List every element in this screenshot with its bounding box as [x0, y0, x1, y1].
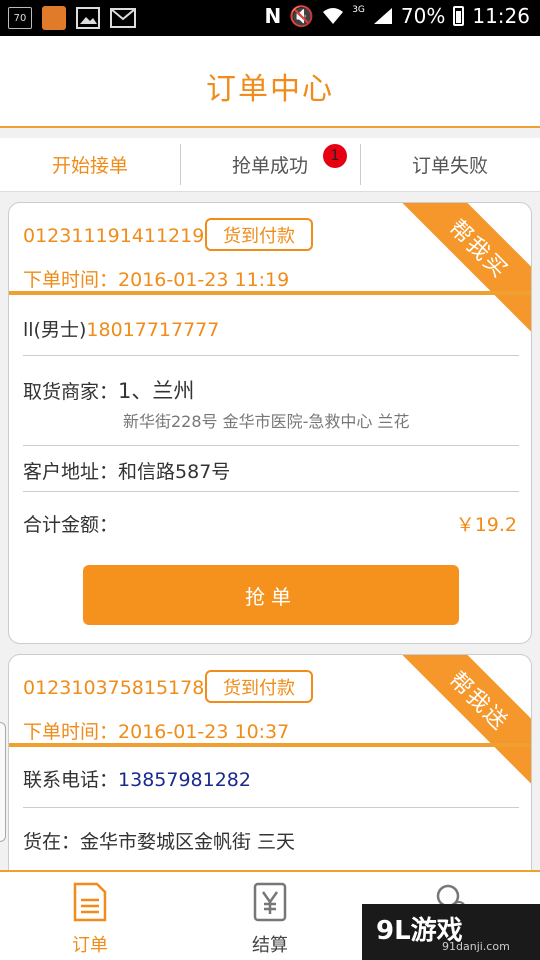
address-label: 客户地址： [23, 461, 119, 483]
nav-settlement[interactable]: 结算 [230, 882, 310, 957]
order-tabs: 开始接单 抢单成功 1 订单失败 [0, 138, 540, 192]
order-time-value: 2016-01-23 11:19 [118, 269, 290, 291]
tab-label: 抢单成功 [231, 155, 308, 177]
address-row: 客户地址：和信路587号 [23, 457, 230, 484]
order-card: 帮我买 012311191411219 货到付款 下单时间：2016-01-23… [8, 202, 532, 644]
watermark-site: 91danji.com [442, 940, 510, 953]
notification-badge: 1 [323, 144, 347, 168]
nav-orders[interactable]: 订单 [50, 882, 130, 957]
goods-location: 货在：金华市婺城区金帆街 三天 [23, 831, 296, 853]
merchant-row: 取货商家：1、兰州 [23, 375, 194, 405]
app-notification-icon [42, 6, 66, 30]
page-title: 订单中心 [206, 72, 334, 107]
merchant-name: 1、兰州 [118, 379, 195, 403]
mail-icon [110, 8, 136, 28]
customer-name: ll(男士) [23, 319, 87, 341]
order-card: 帮我送 012310375815178 货到付款 下单时间：2016-01-23… [8, 654, 532, 894]
divider [9, 743, 531, 747]
order-type-ribbon: 帮我送 [396, 655, 531, 784]
divider [23, 807, 519, 808]
customer-phone[interactable]: 18017717777 [86, 319, 219, 341]
divider [23, 355, 519, 356]
signal-icon [373, 8, 392, 24]
payment-tag: 货到付款 [205, 218, 313, 251]
site-watermark: 9L游戏 91danji.com [362, 904, 540, 960]
notification-count-icon: 70 [8, 7, 32, 29]
tab-label: 订单失败 [411, 155, 488, 177]
order-number: 012310375815178 [23, 677, 205, 699]
merchant-address: 新华街228号 金华市医院-急救中心 兰花 [123, 412, 410, 431]
merchant-label: 取货商家： [23, 381, 119, 403]
battery-icon [453, 6, 465, 26]
image-icon [76, 7, 100, 29]
divider [23, 445, 519, 446]
yen-icon [253, 882, 287, 922]
customer-row: ll(男士)18017717777 [23, 315, 219, 342]
divider [9, 291, 531, 295]
order-icon [73, 882, 107, 922]
divider [23, 491, 519, 492]
nav-label: 订单 [72, 935, 108, 956]
total-amount: ￥19.2 [455, 514, 517, 536]
tab-start-accepting[interactable]: 开始接单 [0, 138, 180, 191]
order-time-value: 2016-01-23 10:37 [118, 721, 290, 743]
phone-label: 联系电话： [23, 769, 119, 791]
network-type: 3G [352, 5, 365, 15]
order-time-label: 下单时间： [23, 721, 119, 743]
clock: 11:26 [472, 4, 530, 28]
phone-row: 联系电话：13857981282 [23, 765, 251, 792]
order-time: 下单时间：2016-01-23 11:19 [23, 265, 289, 292]
tab-order-failed[interactable]: 订单失败 [360, 138, 540, 191]
nav-label: 结算 [252, 935, 288, 956]
order-time: 下单时间：2016-01-23 10:37 [23, 717, 289, 744]
side-handle[interactable] [0, 722, 6, 842]
order-number: 012311191411219 [23, 225, 205, 247]
tab-grab-success[interactable]: 抢单成功 1 [180, 138, 360, 191]
order-type-ribbon: 帮我买 [396, 203, 531, 332]
status-bar: 70 N 🔇 3G 70% 11:26 [0, 0, 540, 36]
customer-address: 和信路587号 [118, 461, 231, 483]
total-label: 合计金额： [23, 514, 119, 536]
order-time-label: 下单时间： [23, 269, 119, 291]
payment-tag: 货到付款 [205, 670, 313, 703]
tab-label: 开始接单 [51, 155, 128, 177]
contact-phone[interactable]: 13857981282 [118, 769, 251, 791]
battery-percent: 70% [400, 4, 446, 28]
app-header: 订单中心 [0, 36, 540, 128]
nfc-icon: N [264, 4, 282, 28]
wifi-icon [323, 8, 344, 24]
mute-icon: 🔇 [289, 4, 315, 28]
grab-order-button[interactable]: 抢单 [83, 565, 459, 625]
